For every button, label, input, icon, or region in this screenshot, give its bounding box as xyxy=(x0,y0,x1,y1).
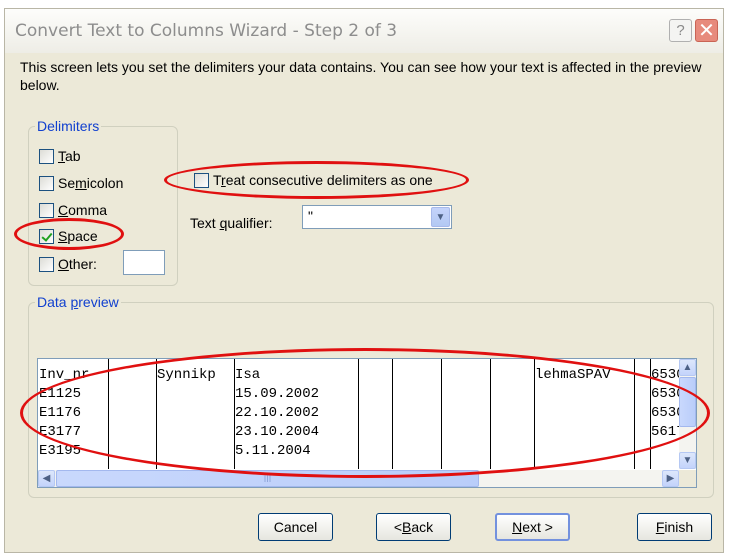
preview-cell: E1176 xyxy=(39,405,82,421)
column-divider[interactable] xyxy=(358,359,359,469)
space-checkbox[interactable]: Space xyxy=(39,228,98,244)
preview-cell: 5.11.2004 xyxy=(235,443,311,459)
scroll-corner xyxy=(679,470,696,487)
dialog-title: Convert Text to Columns Wizard - Step 2 … xyxy=(15,21,398,41)
scroll-thumb-grip: III xyxy=(263,473,272,484)
preview-cell: E1125 xyxy=(39,386,82,402)
preview-cell: Inv_nr xyxy=(39,367,90,383)
scroll-up-icon[interactable]: ▲ xyxy=(679,359,696,376)
preview-cell: E3195 xyxy=(39,443,82,459)
space-label: Space xyxy=(58,228,98,244)
next-button[interactable]: Next > xyxy=(495,513,570,541)
chevron-down-icon[interactable]: ▼ xyxy=(431,207,450,227)
semicolon-label: Semicolon xyxy=(58,175,124,191)
preview-cell: 22.10.2002 xyxy=(235,405,320,421)
other-checkbox-box[interactable] xyxy=(39,256,54,272)
column-divider[interactable] xyxy=(392,359,393,469)
preview-cell: E3177 xyxy=(39,424,82,440)
scroll-left-icon[interactable]: ◀ xyxy=(38,470,55,487)
horizontal-scroll-thumb[interactable]: III xyxy=(56,470,479,487)
semicolon-checkbox-box[interactable] xyxy=(39,175,54,191)
finish-button[interactable]: Finish xyxy=(637,513,712,541)
preview-cell: 15.09.2002 xyxy=(235,386,320,402)
consecutive-delimiters-checkbox[interactable]: Treat consecutive delimiters as one xyxy=(194,172,433,188)
scroll-right-icon[interactable]: ▶ xyxy=(662,470,679,487)
close-button[interactable]: ✕ xyxy=(695,19,718,42)
data-preview-label: Data preview xyxy=(35,294,121,310)
comma-checkbox[interactable]: Comma xyxy=(39,202,107,218)
column-divider[interactable] xyxy=(634,359,635,469)
horizontal-scrollbar[interactable]: ◀ III ▶ xyxy=(38,470,679,487)
consecutive-checkbox-box[interactable] xyxy=(194,172,209,188)
preview-cell: lehmaSPAV xyxy=(535,367,611,383)
column-divider[interactable] xyxy=(490,359,491,469)
preview-cell: Synnikp xyxy=(157,367,216,383)
help-icon: ? xyxy=(676,22,685,39)
delimiters-group-label: Delimiters xyxy=(35,118,102,134)
description-text: This screen lets you set the delimiters … xyxy=(20,59,702,93)
close-icon: ✕ xyxy=(698,20,715,42)
preview-cell: 23.10.2004 xyxy=(235,424,320,440)
other-checkbox[interactable]: Other: xyxy=(39,256,97,272)
vertical-scrollbar[interactable]: ▲ ▼ xyxy=(679,359,696,469)
semicolon-checkbox[interactable]: Semicolon xyxy=(39,175,123,191)
consecutive-label: Treat consecutive delimiters as one xyxy=(213,172,433,188)
scroll-down-icon[interactable]: ▼ xyxy=(679,452,696,469)
other-label: Other: xyxy=(58,256,97,272)
text-qualifier-value: " xyxy=(308,208,313,224)
cancel-button[interactable]: Cancel xyxy=(258,513,333,541)
column-divider[interactable] xyxy=(441,359,442,469)
text-qualifier-label: Text qualifier: xyxy=(190,215,273,231)
data-preview-table[interactable]: Inv_nr Synnikp Isa lehmaSPAV 6530 E1125 15.09.… xyxy=(37,358,697,488)
back-button[interactable]: < Back xyxy=(376,513,451,541)
preview-grid: Inv_nr Synnikp Isa lehmaSPAV 6530 E1125 15.09.… xyxy=(38,359,685,469)
tab-checkbox[interactable]: Tab xyxy=(39,148,81,164)
column-divider[interactable] xyxy=(108,359,109,469)
tab-checkbox-box[interactable] xyxy=(39,148,54,164)
preview-cell: Isa xyxy=(235,367,261,383)
title-bar: Convert Text to Columns Wizard - Step 2 … xyxy=(5,9,723,53)
vertical-scroll-thumb[interactable] xyxy=(679,377,696,427)
comma-label: Comma xyxy=(58,202,108,218)
help-button[interactable]: ? xyxy=(669,19,692,42)
other-delimiter-input[interactable] xyxy=(123,250,165,275)
comma-checkbox-box[interactable] xyxy=(39,202,54,218)
tab-label: Tab xyxy=(58,148,81,164)
text-qualifier-select[interactable]: " ▼ xyxy=(302,205,452,229)
space-checkbox-box[interactable] xyxy=(39,228,54,244)
